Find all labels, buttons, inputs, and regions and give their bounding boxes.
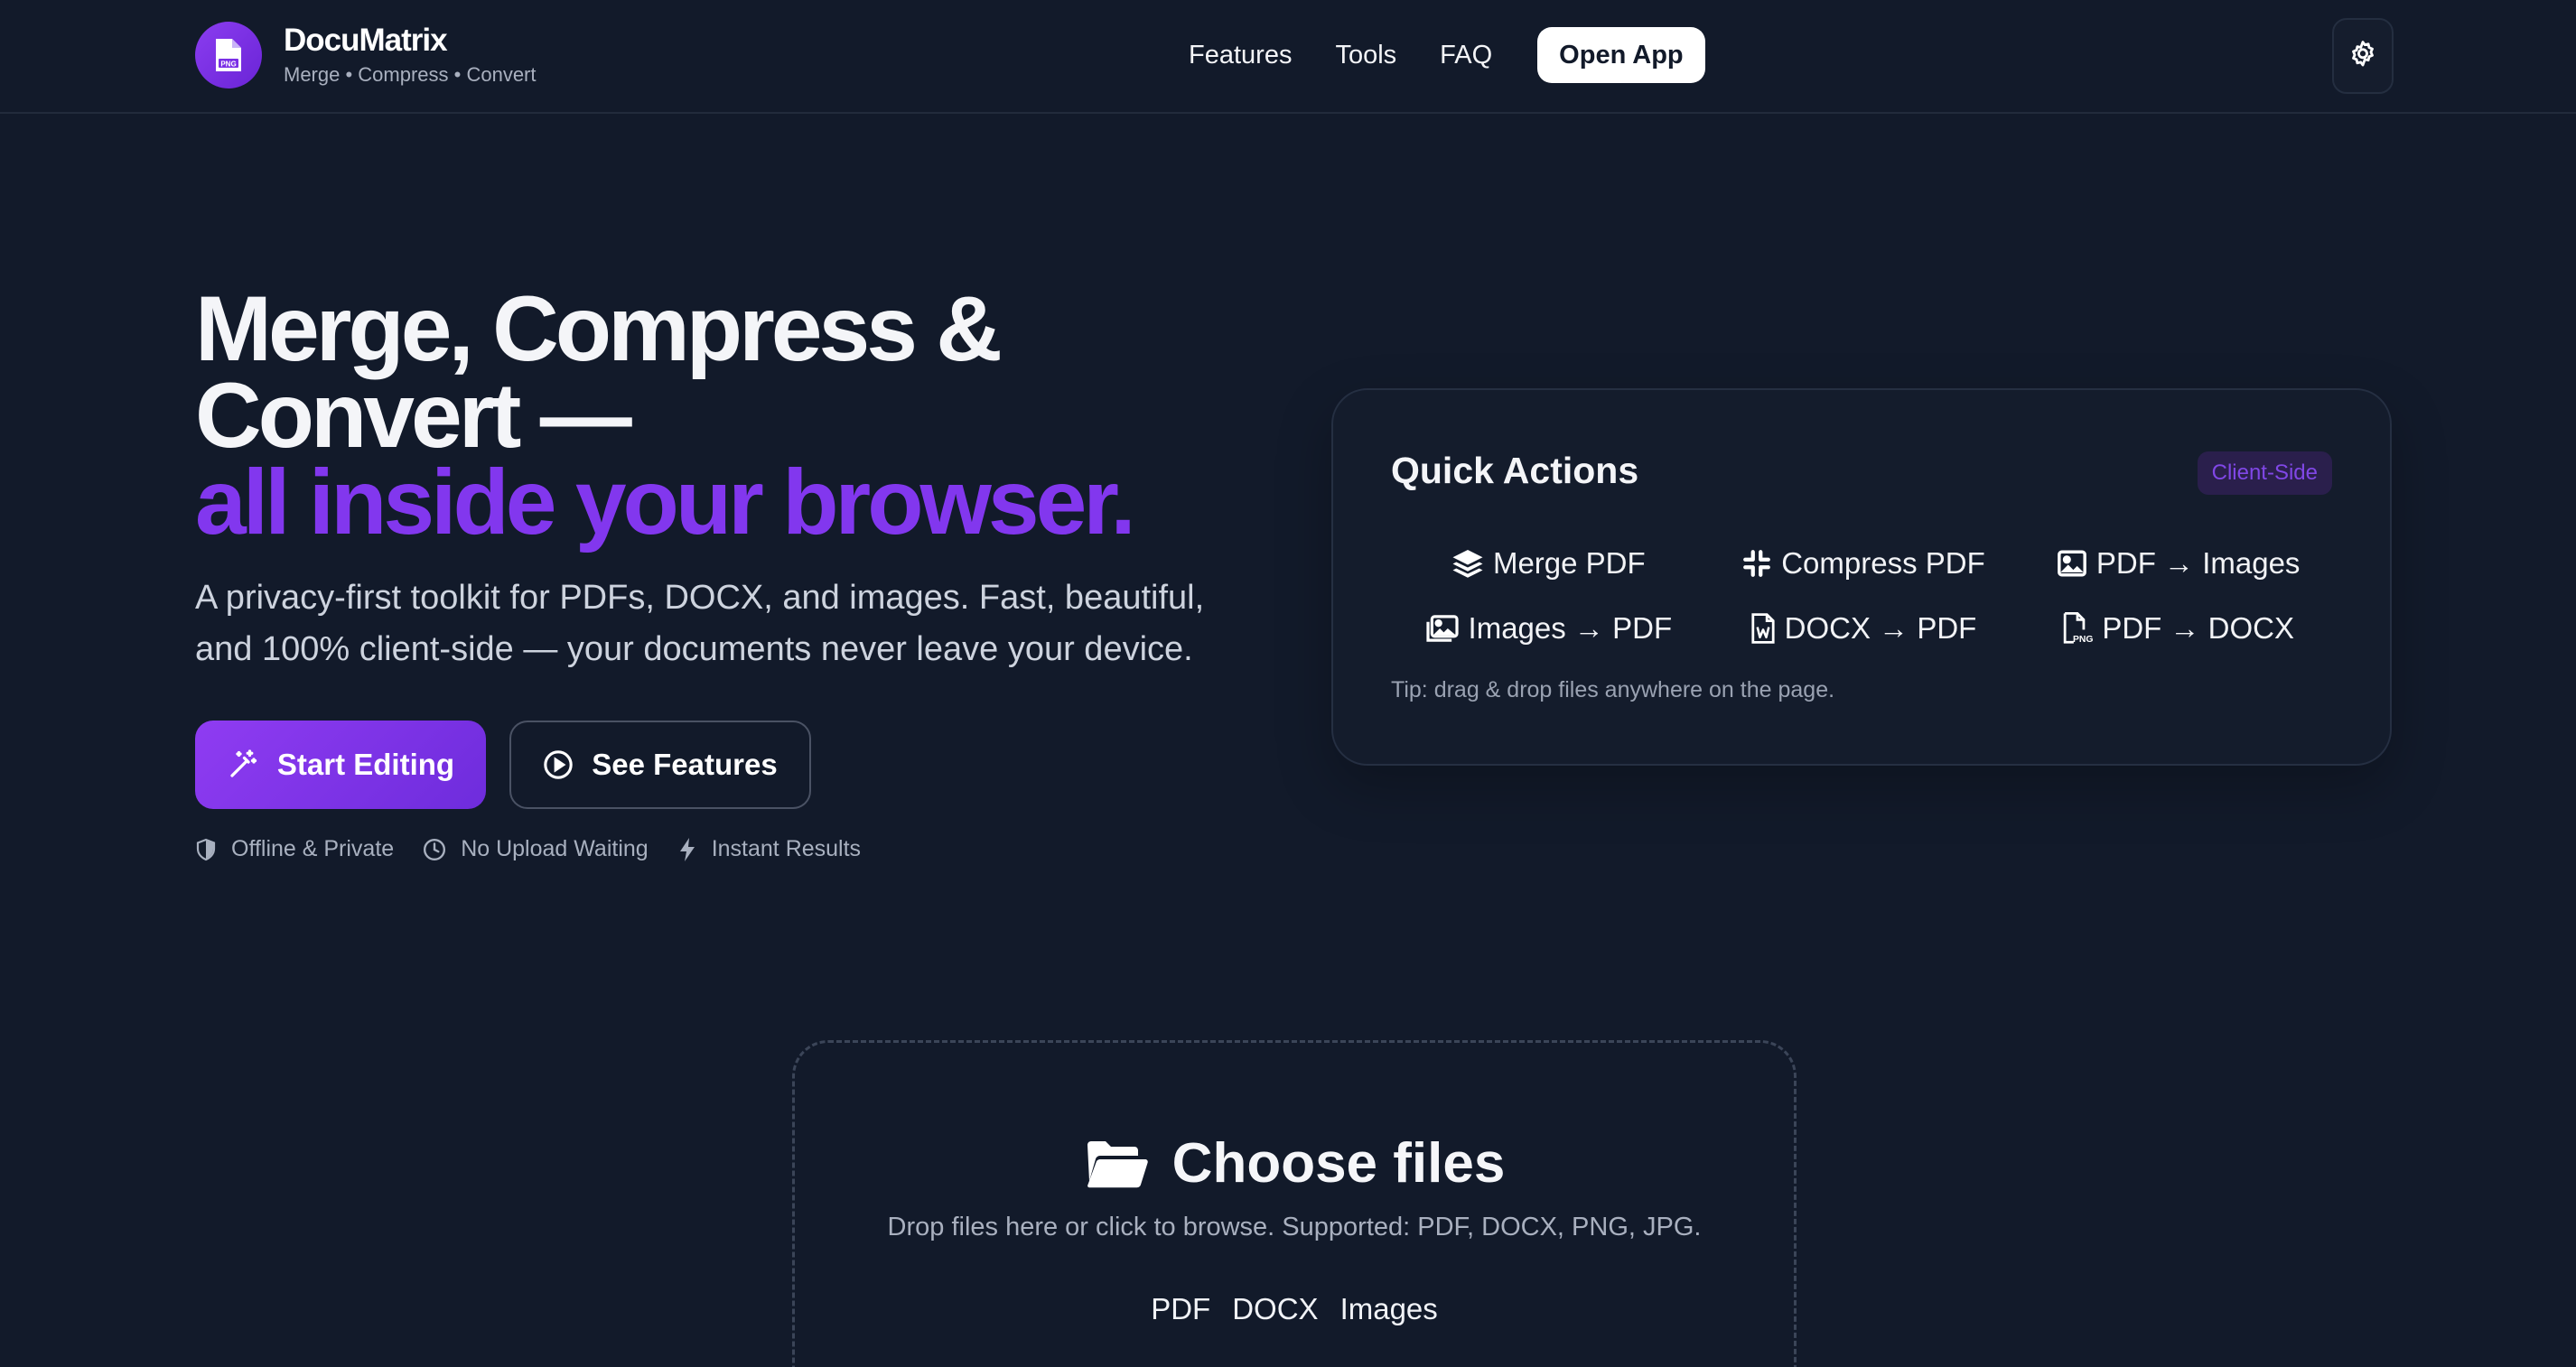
gear-icon: [2347, 39, 2378, 74]
badge-offline-private: Offline & Private: [195, 836, 394, 862]
pdf-to-docx-label: PDF → DOCX: [2102, 611, 2294, 645]
docx-to-pdf-label: DOCX → PDF: [1784, 611, 1977, 645]
quick-actions-tip: Tip: drag & drop files anywhere on the p…: [1391, 677, 1835, 702]
trust-badges: Offline & Private No Upload Waiting Inst…: [195, 836, 890, 862]
images-icon: [1425, 615, 1459, 642]
image-icon: [2058, 550, 2086, 577]
shield-icon: [196, 838, 216, 860]
file-dropzone[interactable]: Choose files Drop files here or click to…: [792, 1040, 1797, 1367]
dropzone-title: Choose files: [795, 1131, 1794, 1195]
play-circle-icon: [543, 749, 574, 780]
merge-pdf-button[interactable]: Merge PDF: [1391, 538, 1706, 589]
nav-link-faq[interactable]: FAQ: [1440, 41, 1492, 70]
file-png-icon: PNG: [195, 22, 262, 88]
top-navbar: PNG DocuMatrix Merge • Compress • Conver…: [0, 0, 2576, 114]
pdf-to-docx-button[interactable]: PNG PDF → DOCX: [2021, 603, 2336, 654]
images-to-pdf-button[interactable]: Images → PDF: [1391, 603, 1706, 654]
badge-label: No Upload Waiting: [461, 836, 649, 861]
badge-no-upload: No Upload Waiting: [423, 836, 649, 862]
brand-tagline: Merge • Compress • Convert: [284, 63, 537, 86]
see-features-button[interactable]: See Features: [509, 721, 811, 809]
start-editing-label: Start Editing: [276, 748, 455, 781]
brand-name: DocuMatrix: [284, 23, 448, 58]
svg-text:PNG: PNG: [2073, 635, 2093, 645]
badge-instant-results: Instant Results: [677, 836, 861, 862]
choose-files-label: Choose files: [1171, 1132, 1506, 1195]
hero-title-accent: all inside your browser.: [195, 451, 1136, 553]
pdf-to-images-label: PDF → Images: [2095, 546, 2301, 580]
settings-button[interactable]: [2332, 18, 2394, 94]
badge-label: Instant Results: [711, 836, 862, 861]
file-type-docx: DOCX: [1232, 1292, 1319, 1325]
page: PNG DocuMatrix Merge • Compress • Conver…: [0, 0, 2576, 1367]
nav-link-tools[interactable]: Tools: [1335, 41, 1396, 70]
quick-actions-card: Quick Actions Client-Side Merge PDF Comp: [1331, 388, 2392, 766]
images-to-pdf-label: Images → PDF: [1468, 611, 1673, 645]
magic-wand-icon: [227, 749, 259, 781]
compress-pdf-label: Compress PDF: [1781, 546, 1985, 580]
see-features-label: See Features: [592, 748, 778, 781]
clock-icon: [424, 838, 446, 860]
brand[interactable]: PNG DocuMatrix Merge • Compress • Conver…: [195, 22, 537, 88]
merge-pdf-label: Merge PDF: [1492, 546, 1646, 580]
file-word-icon: [1751, 613, 1775, 644]
dropzone-file-types: PDF DOCX Images: [795, 1292, 1794, 1326]
bolt-icon: [679, 837, 695, 861]
pdf-to-images-button[interactable]: PDF → Images: [2021, 538, 2336, 589]
main-nav: Features Tools FAQ Open App: [1189, 26, 1705, 84]
docx-to-pdf-button[interactable]: DOCX → PDF: [1706, 603, 2021, 654]
badge-label: Offline & Private: [231, 836, 395, 861]
folder-open-icon: [1087, 1140, 1148, 1187]
quick-actions-title: Quick Actions: [1391, 450, 1639, 491]
client-side-badge: Client-Side: [2197, 451, 2332, 495]
layers-icon: [1452, 550, 1483, 578]
compress-pdf-button[interactable]: Compress PDF: [1706, 538, 2021, 589]
quick-actions-grid: Merge PDF Compress PDF PDF → Images Imag…: [1391, 538, 2336, 654]
open-app-button[interactable]: Open App: [1537, 27, 1705, 83]
hero-title: Merge, Compress & Convert — all inside y…: [195, 283, 1279, 553]
nav-link-features[interactable]: Features: [1189, 41, 1292, 70]
svg-text:PNG: PNG: [220, 60, 236, 69]
hero-cta-row: Start Editing See Features: [195, 721, 811, 809]
file-png-icon: PNG: [2064, 612, 2093, 645]
hero-subtitle: A privacy-first toolkit for PDFs, DOCX, …: [195, 579, 1205, 668]
compress-icon: [1743, 550, 1771, 577]
dropzone-subtitle: Drop files here or click to browse. Supp…: [887, 1213, 1702, 1241]
file-type-pdf: PDF: [1151, 1292, 1211, 1325]
file-type-images: Images: [1339, 1292, 1438, 1325]
start-editing-button[interactable]: Start Editing: [195, 721, 486, 809]
